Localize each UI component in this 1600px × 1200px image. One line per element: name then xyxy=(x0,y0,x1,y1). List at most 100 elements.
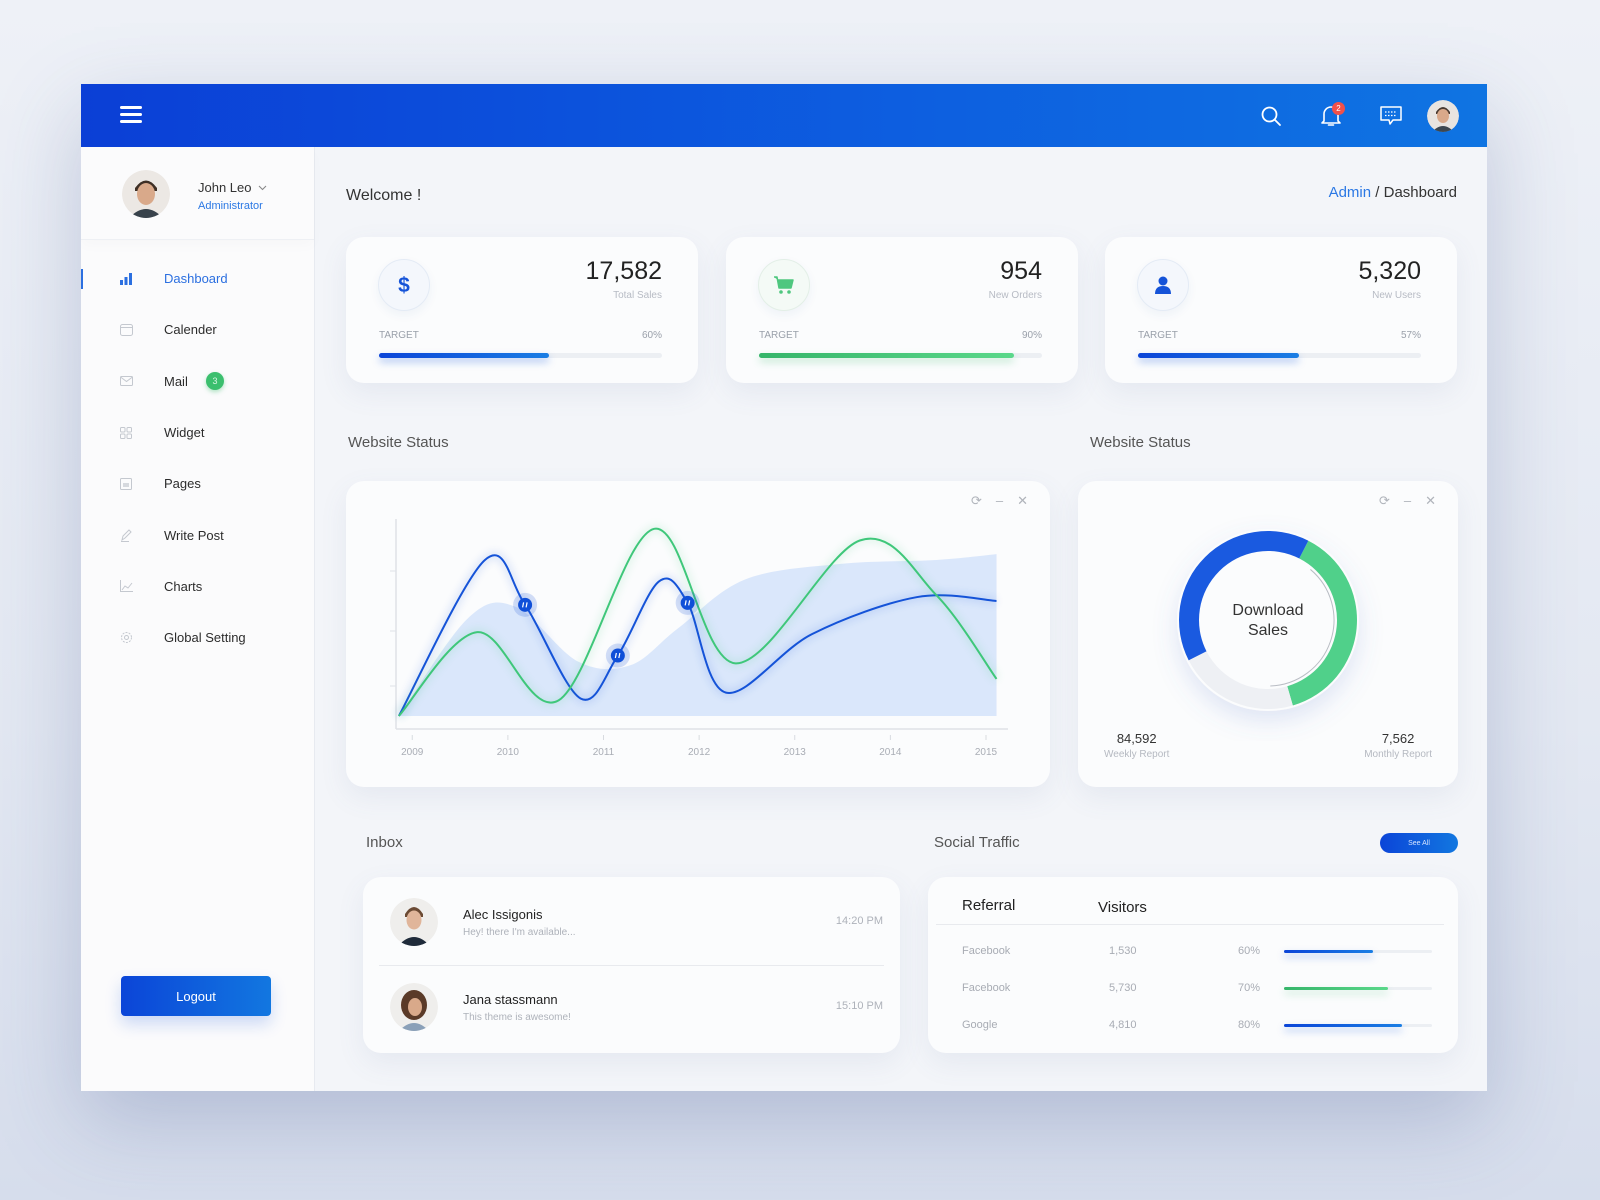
column-header-visitors: Visitors xyxy=(1098,899,1147,916)
visitor-count: 5,730 xyxy=(1109,982,1137,994)
x-tick-label: 2011 xyxy=(593,747,615,758)
referral-source: Facebook xyxy=(962,982,1011,994)
table-row: Google 4,810 80% xyxy=(928,1019,1458,1039)
visitor-percent: 80% xyxy=(1238,1019,1261,1031)
target-label: TARGET xyxy=(759,330,799,341)
user-name: John Leo xyxy=(198,180,252,195)
sidebar-item-pages[interactable]: Pages xyxy=(81,458,314,509)
data-point xyxy=(680,595,695,610)
sidebar-item-label: Widget xyxy=(164,425,205,441)
messages-button[interactable] xyxy=(1361,99,1421,133)
see-all-button[interactable]: See All xyxy=(1380,833,1458,853)
visitor-progress-bar xyxy=(1284,950,1432,953)
breadcrumb-current: Dashboard xyxy=(1383,184,1457,201)
progress-fill xyxy=(1284,987,1388,990)
visitor-percent: 70% xyxy=(1238,982,1261,994)
sidebar: John Leo Administrator Dashboard Calende… xyxy=(81,147,315,1091)
donut-label-line2: Sales xyxy=(1247,622,1289,639)
sidebar-item-mail[interactable]: Mail 3 xyxy=(81,356,314,407)
chevron-down-icon xyxy=(258,185,266,190)
search-icon xyxy=(1261,106,1281,126)
column-header-referral: Referral xyxy=(962,897,1016,914)
progress-fill xyxy=(759,353,1014,358)
breadcrumb-admin-link[interactable]: Admin xyxy=(1329,184,1372,201)
user-menu-toggle[interactable]: John Leo xyxy=(198,180,267,195)
sidebar-item-widget[interactable]: Widget xyxy=(81,407,314,458)
sidebar-item-label: Global Setting xyxy=(164,630,246,646)
referral-source: Google xyxy=(962,1019,998,1031)
target-percent: 57% xyxy=(1400,330,1421,341)
avatar xyxy=(122,170,170,218)
stat-card-new-users: 5,320 New Users TARGET 57% xyxy=(1105,237,1457,383)
avatar xyxy=(390,983,438,1031)
inbox-title: Inbox xyxy=(366,834,403,851)
page-title: Welcome ! xyxy=(346,187,422,204)
main-content: Welcome ! Admin / Dashboard $ 17,582 Tot… xyxy=(316,147,1487,1091)
sender-name: Jana stassmann xyxy=(463,992,558,1007)
user-role: Administrator xyxy=(198,200,263,212)
progress-fill xyxy=(379,353,549,358)
monthly-report: 7,562 Monthly Report xyxy=(1364,731,1432,760)
referral-source: Facebook xyxy=(962,945,1011,957)
line-chart-icon xyxy=(119,580,133,593)
target-progress-bar xyxy=(759,353,1042,358)
breadcrumb-separator: / xyxy=(1371,184,1384,201)
top-bar: 2 xyxy=(81,84,1487,147)
sidebar-item-label: Pages xyxy=(164,476,201,492)
mail-icon xyxy=(119,376,133,387)
website-status-card: ⟳ – ✕ 2009 2010 2011 2012 2013 2014 2015 xyxy=(346,481,1050,787)
sidebar-item-dashboard[interactable]: Dashboard xyxy=(81,253,314,304)
visitor-progress-bar xyxy=(1284,987,1432,990)
notifications-button[interactable]: 2 xyxy=(1301,99,1361,133)
gear-icon xyxy=(120,632,132,644)
x-tick-label: 2009 xyxy=(401,747,424,758)
social-traffic-title: Social Traffic xyxy=(934,834,1020,851)
pages-icon xyxy=(120,477,132,490)
visitor-count: 4,810 xyxy=(1109,1019,1137,1031)
x-tick-label: 2010 xyxy=(497,747,520,758)
message-preview: Hey! there I'm available... xyxy=(463,927,576,938)
stat-value: 954 xyxy=(1000,257,1042,285)
inbox-message[interactable]: Jana stassmann This theme is awesome! 15… xyxy=(363,962,900,1047)
download-sales-title: Website Status xyxy=(1090,434,1191,451)
inbox-message[interactable]: Alec Issigonis Hey! there I'm available.… xyxy=(363,877,900,962)
sender-name: Alec Issigonis xyxy=(463,907,543,922)
website-status-title: Website Status xyxy=(348,434,449,451)
message-preview: This theme is awesome! xyxy=(463,1012,571,1023)
x-tick-label: 2012 xyxy=(688,747,711,758)
message-time: 15:10 PM xyxy=(835,1000,883,1012)
hamburger-menu-icon[interactable] xyxy=(120,106,142,124)
sidebar-item-charts[interactable]: Charts xyxy=(81,561,314,612)
user-profile: John Leo Administrator xyxy=(81,147,314,240)
sidebar-item-label: Dashboard xyxy=(164,271,228,287)
table-row: Facebook 1,530 60% xyxy=(928,945,1458,965)
target-percent: 90% xyxy=(1021,330,1042,341)
x-tick-label: 2013 xyxy=(784,747,807,758)
x-tick-label: 2015 xyxy=(975,747,998,758)
website-status-chart: 2009 2010 2011 2012 2013 2014 2015 xyxy=(390,519,1008,758)
sidebar-item-write-post[interactable]: Write Post xyxy=(81,509,314,560)
calendar-icon xyxy=(119,323,133,336)
visitor-percent: 60% xyxy=(1238,945,1261,957)
chat-icon xyxy=(1380,106,1402,125)
inbox-card: Alec Issigonis Hey! there I'm available.… xyxy=(363,877,900,1053)
logout-button[interactable]: Logout xyxy=(121,976,271,1016)
donut-label-line1: Download xyxy=(1232,602,1304,619)
sidebar-item-label: Calender xyxy=(164,322,217,338)
target-progress-bar xyxy=(1138,353,1421,358)
x-tick-label: 2014 xyxy=(879,747,902,758)
search-button[interactable] xyxy=(1241,99,1301,133)
message-time: 14:20 PM xyxy=(835,915,883,927)
target-label: TARGET xyxy=(379,330,419,341)
weekly-report-label: Weekly Report xyxy=(1104,749,1170,760)
sidebar-item-calender[interactable]: Calender xyxy=(81,304,314,355)
grid-icon xyxy=(120,426,132,439)
sidebar-item-label: Mail xyxy=(164,373,188,389)
sidebar-item-global-setting[interactable]: Global Setting xyxy=(81,612,314,663)
pencil-icon xyxy=(121,528,132,542)
divider xyxy=(936,924,1444,925)
user-avatar-button[interactable] xyxy=(1427,100,1459,132)
download-sales-card: ⟳ – ✕ Download Sales 84,592 Weekly Repor… xyxy=(1078,481,1458,787)
stat-value: 5,320 xyxy=(1358,257,1421,285)
progress-fill xyxy=(1284,1024,1403,1027)
